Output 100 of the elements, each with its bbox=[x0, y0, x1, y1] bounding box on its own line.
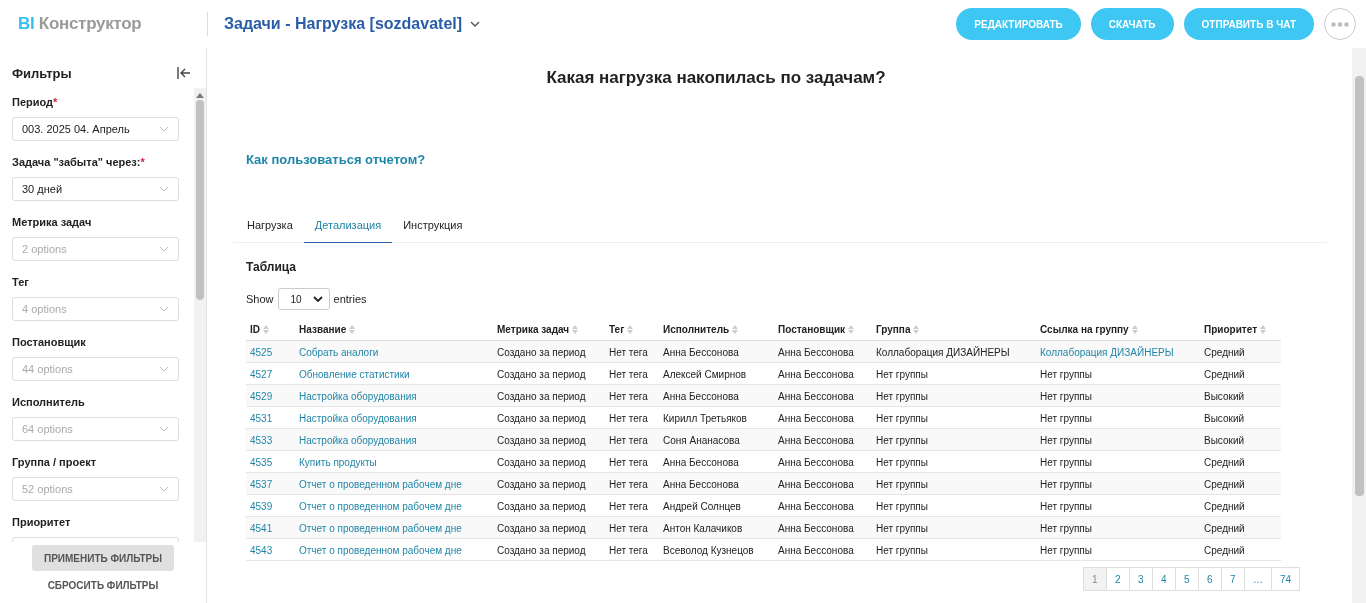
page-button[interactable]: 4 bbox=[1151, 567, 1176, 591]
table-cell: Нет тега bbox=[605, 494, 659, 517]
scrollbar[interactable] bbox=[1352, 48, 1366, 603]
column-header[interactable]: Ссылка на группу bbox=[1036, 322, 1200, 341]
table-link[interactable]: Отчет о проведенном рабочем дне bbox=[295, 494, 493, 517]
filter-dropdown[interactable]: 003. 2025 04. Апрель bbox=[12, 117, 179, 141]
logo: BI Конструктор bbox=[18, 14, 143, 34]
page-button[interactable]: 2 bbox=[1105, 567, 1130, 591]
filter-dropdown[interactable]: 44 options bbox=[12, 357, 179, 381]
help-link[interactable]: Как пользоваться отчетом? bbox=[246, 152, 426, 167]
table-cell: Нет группы bbox=[1036, 428, 1200, 451]
column-header[interactable]: ID bbox=[246, 322, 295, 341]
table-cell: Анна Бессонова bbox=[659, 340, 774, 363]
table-cell: Нет группы bbox=[1036, 450, 1200, 473]
table-cell: Нет тега bbox=[605, 384, 659, 407]
collapse-icon[interactable] bbox=[177, 67, 191, 79]
table-cell: Кирилл Третьяков bbox=[659, 406, 774, 429]
page-button[interactable]: … bbox=[1243, 567, 1272, 591]
table-link[interactable]: Настройка оборудования bbox=[295, 428, 493, 451]
sort-icon bbox=[627, 325, 634, 334]
table-cell: Средний bbox=[1200, 450, 1281, 473]
table-cell: Нет тега bbox=[605, 362, 659, 385]
table-cell: Создано за период bbox=[493, 384, 605, 407]
table-link[interactable]: 4541 bbox=[246, 516, 295, 539]
table-link[interactable]: 4531 bbox=[246, 406, 295, 429]
table-cell: Высокий bbox=[1200, 384, 1281, 407]
tab[interactable]: Детализация bbox=[303, 211, 393, 243]
table-link[interactable]: Коллаборация ДИЗАЙНЕРЫ bbox=[1036, 340, 1200, 363]
table-cell: Антон Калачиков bbox=[659, 516, 774, 539]
table-link[interactable]: 4527 bbox=[246, 362, 295, 385]
table-cell: Создано за период bbox=[493, 428, 605, 451]
table-cell: Создано за период bbox=[493, 450, 605, 473]
table-link[interactable]: 4537 bbox=[246, 472, 295, 495]
table-cell: Создано за период bbox=[493, 472, 605, 495]
page-button[interactable]: 6 bbox=[1197, 567, 1222, 591]
table-cell: Анна Бессонова bbox=[774, 362, 872, 385]
table-cell: Высокий bbox=[1200, 406, 1281, 429]
table-cell: Нет тега bbox=[605, 450, 659, 473]
page-button[interactable]: 3 bbox=[1128, 567, 1153, 591]
column-header[interactable]: Группа bbox=[872, 322, 1036, 341]
filter-dropdown[interactable]: 52 options bbox=[12, 477, 179, 501]
table-link[interactable]: 4529 bbox=[246, 384, 295, 407]
reset-filters-button[interactable]: СБРОСИТЬ ФИЛЬТРЫ bbox=[41, 579, 165, 592]
table-cell: Анна Бессонова bbox=[659, 384, 774, 407]
column-header[interactable]: Название bbox=[295, 322, 493, 341]
table-cell: Нет группы bbox=[872, 450, 1036, 473]
table-cell: Средний bbox=[1200, 494, 1281, 517]
filter-label: Период* bbox=[12, 96, 59, 109]
table-link[interactable]: Купить продукты bbox=[295, 450, 493, 473]
table-cell: Создано за период bbox=[493, 340, 605, 363]
entries-label: entries bbox=[333, 293, 367, 305]
page-button[interactable]: 7 bbox=[1220, 567, 1245, 591]
table-link[interactable]: Обновление статистики bbox=[295, 362, 493, 385]
column-header[interactable]: Метрика задач bbox=[493, 322, 605, 341]
table-link[interactable]: Настройка оборудования bbox=[295, 406, 493, 429]
filter-dropdown[interactable]: 30 дней bbox=[12, 177, 179, 201]
tab[interactable]: Нагрузка bbox=[236, 211, 304, 243]
table-link[interactable]: 4539 bbox=[246, 494, 295, 517]
table-link[interactable]: 4535 bbox=[246, 450, 295, 473]
filter-dropdown[interactable]: 4 options bbox=[12, 297, 179, 321]
table-link[interactable]: Отчет о проведенном рабочем дне bbox=[295, 538, 493, 561]
sort-icon bbox=[1260, 325, 1267, 334]
table-cell: Нет группы bbox=[1036, 362, 1200, 385]
filter-dropdown[interactable]: 64 options bbox=[12, 417, 179, 441]
show-label: Show bbox=[246, 293, 274, 305]
table-cell: Анна Бессонова bbox=[774, 340, 872, 363]
column-header[interactable]: Постановщик bbox=[774, 322, 872, 341]
scroll-up-arrow-icon bbox=[196, 92, 204, 98]
table-link[interactable]: Отчет о проведенном рабочем дне bbox=[295, 472, 493, 495]
column-header[interactable]: Тег bbox=[605, 322, 659, 341]
filter-label: Группа / проект bbox=[12, 456, 98, 469]
chevron-down-icon bbox=[159, 186, 169, 192]
page-button[interactable]: 5 bbox=[1174, 567, 1199, 591]
table-link[interactable]: 4543 bbox=[246, 538, 295, 561]
table-cell: Нет группы bbox=[872, 362, 1036, 385]
filter-label: Постановщик bbox=[12, 336, 87, 349]
table-link[interactable]: Отчет о проведенном рабочем дне bbox=[295, 516, 493, 539]
table-link[interactable]: Настройка оборудования bbox=[295, 384, 493, 407]
table-cell: Анна Бессонова bbox=[774, 538, 872, 561]
column-header[interactable]: Приоритет bbox=[1200, 322, 1281, 341]
table-cell: Анна Бессонова bbox=[659, 450, 774, 473]
filter-dropdown[interactable]: 2 options bbox=[12, 237, 179, 261]
scrollbar[interactable] bbox=[194, 88, 206, 542]
page-size-select[interactable]: 10 bbox=[277, 288, 330, 310]
filter-label: Тег bbox=[12, 276, 30, 289]
more-button[interactable] bbox=[1324, 8, 1356, 40]
table-cell: Анна Бессонова bbox=[774, 494, 872, 517]
table-cell: Нет тега bbox=[605, 472, 659, 495]
table-link[interactable]: 4533 bbox=[246, 428, 295, 451]
table-cell: Средний bbox=[1200, 538, 1281, 561]
column-header[interactable]: Исполнитель bbox=[659, 322, 774, 341]
table-cell: Средний bbox=[1200, 516, 1281, 539]
table-cell: Средний bbox=[1200, 362, 1281, 385]
tab[interactable]: Инструкция bbox=[392, 211, 474, 243]
table-link[interactable]: 4525 bbox=[246, 340, 295, 363]
apply-filters-button[interactable]: ПРИМЕНИТЬ ФИЛЬТРЫ bbox=[32, 545, 174, 571]
report-title[interactable]: Задачи - Нагрузка [sozdavatel] bbox=[224, 15, 463, 33]
page-button[interactable]: 1 bbox=[1082, 567, 1107, 591]
table-link[interactable]: Собрать аналоги bbox=[295, 340, 493, 363]
page-button[interactable]: 74 bbox=[1270, 567, 1300, 591]
